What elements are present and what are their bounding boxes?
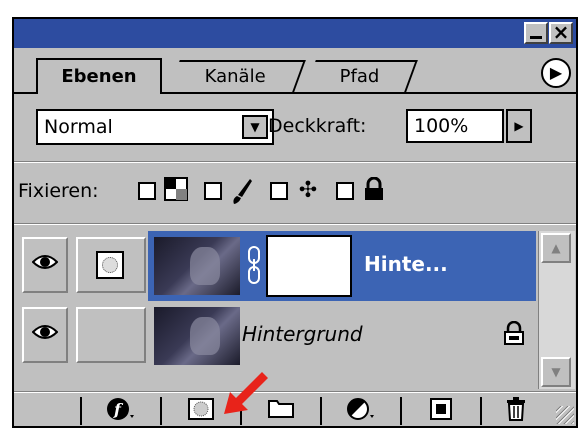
layers-toolbar: f [14, 395, 576, 426]
layer-style-button[interactable]: f [80, 397, 160, 425]
trash-icon [505, 397, 527, 426]
scroll-down-button[interactable]: ▼ [541, 357, 571, 387]
triangle-right-icon: ▶ [549, 63, 563, 82]
triangle-right-icon: ▶ [514, 119, 524, 133]
move-icon: ✣ [298, 178, 318, 203]
palette-tabs: Ebenen Kanäle Pfad ▶ [14, 48, 576, 94]
tab-ebenen[interactable]: Ebenen [36, 58, 162, 94]
delete-layer-button[interactable] [480, 397, 550, 425]
minimize-button[interactable] [524, 22, 548, 44]
add-mask-icon [187, 398, 215, 426]
layer-style-icon: f [106, 398, 136, 426]
chevron-up-icon: ▲ [551, 241, 561, 255]
blend-mode-dropdown-button[interactable]: ▼ [242, 115, 268, 139]
visibility-toggle[interactable] [22, 307, 68, 363]
mask-icon [96, 251, 124, 279]
layers-list: Hinte... Hintergrund ▲ ▼ [14, 231, 576, 391]
layer-thumbnail [154, 307, 240, 365]
adjustment-layer-icon [346, 398, 376, 426]
divider [14, 391, 576, 393]
tab-kanaele[interactable]: Kanäle [168, 60, 306, 92]
layer-thumbnail [154, 237, 240, 295]
layer-content[interactable]: Hinte... [148, 231, 536, 301]
layer-mask-thumbnail[interactable] [266, 235, 352, 297]
opacity-slider-button[interactable]: ▶ [506, 109, 532, 143]
vertical-scrollbar[interactable]: ▲ ▼ [538, 231, 575, 389]
tab-label: Kanäle [205, 66, 267, 87]
lock-icon [502, 320, 526, 347]
resize-grip[interactable] [556, 406, 574, 424]
brush-icon [228, 177, 256, 205]
opacity-label: Deckkraft: [268, 115, 367, 137]
mask-indicator[interactable] [76, 237, 146, 293]
adjustment-layer-button[interactable] [320, 397, 400, 425]
new-layer-icon [429, 398, 453, 426]
chain-link-icon[interactable] [246, 245, 262, 285]
tab-label: Pfad [339, 66, 380, 87]
chevron-down-icon: ▼ [250, 120, 260, 134]
close-button[interactable]: × [549, 22, 573, 44]
transparency-icon [162, 177, 190, 205]
minimize-icon [530, 36, 542, 39]
annotation-arrow [224, 372, 268, 414]
blend-mode-value: Normal [44, 116, 113, 138]
lock-all-checkbox[interactable] [336, 182, 354, 200]
layer-name: Hinte... [364, 252, 448, 276]
divider [14, 223, 576, 225]
blend-row: Normal ▼ Deckkraft: 100% ▶ [14, 109, 576, 149]
close-icon: × [552, 20, 570, 44]
palette-menu-button[interactable]: ▶ [541, 58, 571, 88]
eye-icon [31, 252, 59, 277]
lock-image-checkbox[interactable] [204, 182, 222, 200]
blend-mode-select[interactable]: Normal ▼ [36, 109, 274, 145]
lock-row: Fixieren: ✣ [14, 173, 576, 213]
mask-indicator-empty[interactable] [76, 307, 146, 363]
scroll-up-button[interactable]: ▲ [541, 233, 571, 263]
lock-label: Fixieren: [18, 180, 99, 202]
layers-palette: × Ebenen Kanäle Pfad ▶ Normal ▼ Deckkraf… [12, 17, 578, 428]
layer-row-selected[interactable]: Hinte... [14, 231, 536, 301]
palette-title-bar[interactable]: × [14, 19, 576, 48]
layer-content[interactable]: Hintergrund [148, 301, 536, 371]
lock-transparency-checkbox[interactable] [138, 182, 156, 200]
opacity-input[interactable]: 100% [406, 109, 504, 143]
tab-pfad[interactable]: Pfad [304, 60, 418, 92]
lock-position-checkbox[interactable] [270, 182, 288, 200]
divider [14, 161, 576, 163]
tab-label: Ebenen [61, 66, 137, 87]
lock-icon [360, 176, 388, 205]
layer-name: Hintergrund [242, 322, 363, 346]
layer-row[interactable]: Hintergrund [14, 301, 536, 371]
chevron-down-icon: ▼ [551, 365, 561, 379]
eye-icon [31, 322, 59, 347]
opacity-value: 100% [414, 115, 469, 137]
new-layer-button[interactable] [400, 397, 480, 425]
visibility-toggle[interactable] [22, 237, 68, 293]
